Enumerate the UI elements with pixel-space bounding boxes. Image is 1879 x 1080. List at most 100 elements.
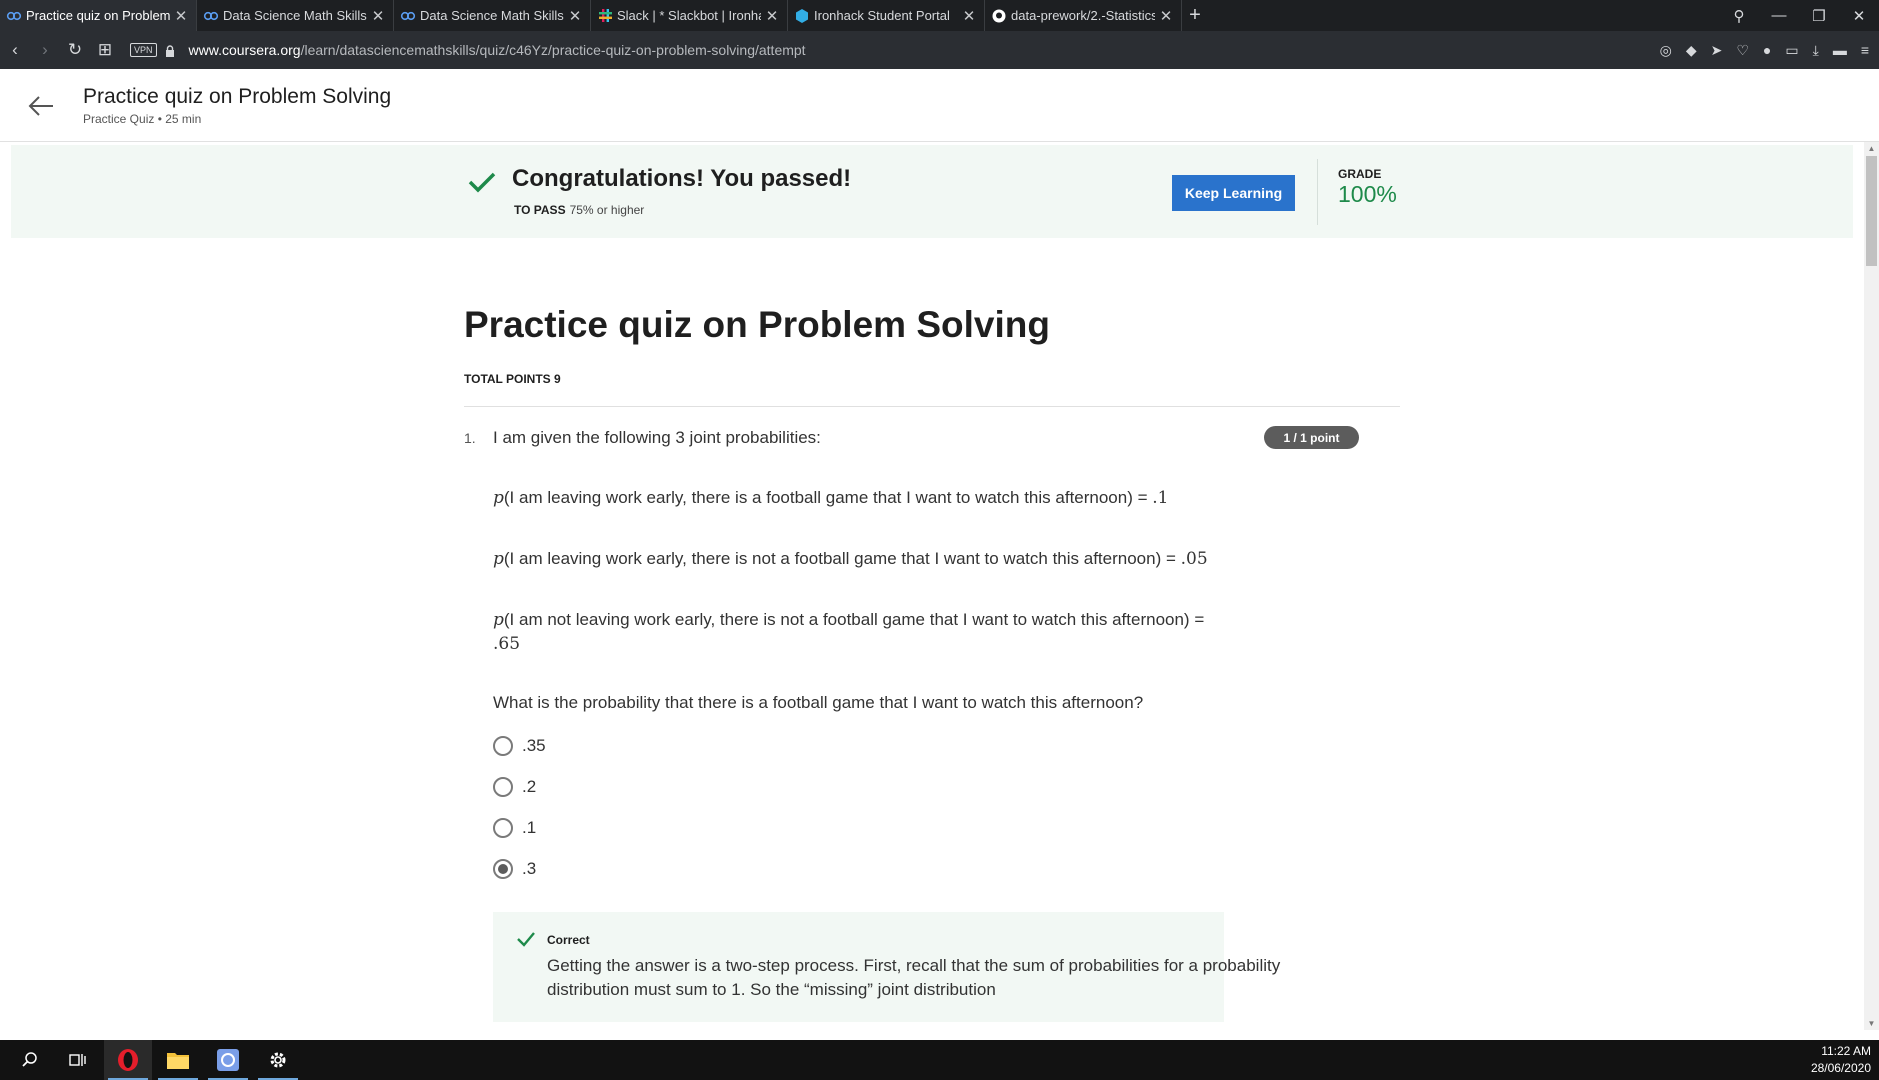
grade-label: GRADE: [1338, 167, 1382, 181]
tab-title: Slack | * Slackbot | Ironhack: [617, 8, 761, 23]
back-icon[interactable]: ‹: [0, 40, 30, 60]
joint-probability: p(I am leaving work early, there is a fo…: [493, 486, 1213, 510]
close-tab-icon[interactable]: ✕: [174, 7, 188, 25]
answer-option[interactable]: .2: [493, 777, 536, 797]
vertical-scrollbar[interactable]: ▲ ▼: [1864, 142, 1879, 1030]
scroll-up-icon[interactable]: ▲: [1864, 144, 1879, 153]
browser-tab[interactable]: Ironhack Student Portal ✕: [788, 0, 985, 31]
system-clock[interactable]: 11:22 AM 28/06/2020: [1811, 1043, 1871, 1077]
close-tab-icon[interactable]: ✕: [1159, 7, 1173, 25]
download-icon[interactable]: ⤓: [1813, 42, 1819, 59]
coursera-icon: [400, 9, 416, 23]
prob-value: .05: [1180, 549, 1208, 569]
prob-symbol: p: [493, 610, 504, 630]
keep-learning-button[interactable]: Keep Learning: [1172, 175, 1295, 211]
minimize-icon[interactable]: —: [1759, 7, 1799, 24]
total-points: TOTAL POINTS 9: [464, 372, 561, 386]
tab-title: Data Science Math Skills - |: [420, 8, 564, 23]
pass-message: Congratulations! You passed!: [512, 165, 852, 192]
divider: [1317, 159, 1318, 225]
prob-value: .65: [493, 634, 521, 654]
radio-button[interactable]: [493, 818, 513, 838]
lock-icon: [165, 44, 175, 57]
answer-option[interactable]: .3: [493, 859, 536, 879]
answer-option[interactable]: .1: [493, 818, 536, 838]
question-text: I am given the following 3 joint probabi…: [493, 428, 821, 447]
answer-option[interactable]: .35: [493, 736, 546, 756]
points-badge: 1 / 1 point: [1264, 426, 1359, 449]
check-icon: [468, 172, 496, 193]
url-path: /learn/datasciencemathskills/quiz/c46Yz/…: [300, 42, 806, 58]
app-icon[interactable]: [204, 1040, 252, 1080]
restore-icon[interactable]: ❐: [1799, 7, 1839, 25]
url-field[interactable]: www.coursera.org/learn/datasciencemathsk…: [189, 42, 806, 58]
option-label: .3: [522, 859, 537, 878]
divider: [464, 406, 1400, 407]
result-banner: Congratulations! You passed! TO PASS 75% …: [11, 145, 1853, 238]
search-icon[interactable]: ⚲: [1719, 7, 1759, 25]
url-domain: www.coursera.org: [188, 42, 301, 58]
prob-symbol: p: [493, 488, 504, 508]
close-tab-icon[interactable]: ✕: [962, 7, 976, 25]
radio-button-selected[interactable]: [493, 859, 513, 879]
prob-symbol: p: [493, 549, 504, 569]
option-label: .2: [522, 777, 537, 796]
feedback-label: Correct: [547, 933, 590, 947]
new-tab-button[interactable]: +: [1182, 0, 1208, 31]
scrollbar-thumb[interactable]: [1866, 156, 1877, 266]
coursera-icon: [203, 9, 219, 23]
prob-event: (I am not leaving work early, there is n…: [503, 610, 1205, 629]
opera-browser-icon[interactable]: [104, 1040, 152, 1080]
address-bar-tools: ◎ ◆ ➤ ♡ ● ▭ ⤓ ▬ ≡: [1660, 31, 1869, 69]
clock-time: 11:22 AM: [1821, 1044, 1871, 1058]
browser-tab[interactable]: Data Science Math Skills - | ✕: [394, 0, 591, 31]
tab-title: data-prework/2.-Statistics a: [1011, 8, 1155, 23]
browser-tab[interactable]: Slack | * Slackbot | Ironhack ✕: [591, 0, 788, 31]
forward-icon[interactable]: ›: [30, 40, 60, 60]
heart-icon[interactable]: ♡: [1736, 42, 1749, 59]
ironhack-icon: [794, 8, 810, 23]
prob-event: (I am leaving work early, there is not a…: [503, 549, 1181, 568]
question-prompt: What is the probability that there is a …: [493, 693, 1144, 712]
menu-icon[interactable]: ≡: [1861, 42, 1869, 58]
camera-icon[interactable]: ◎: [1660, 42, 1672, 59]
close-tab-icon[interactable]: ✕: [568, 7, 582, 25]
to-pass-value: 75% or higher: [569, 203, 645, 217]
radio-button[interactable]: [493, 736, 513, 756]
question-number: 1.: [464, 430, 476, 446]
search-icon[interactable]: [6, 1040, 54, 1080]
browser-tab[interactable]: data-prework/2.-Statistics a ✕: [985, 0, 1182, 31]
tab-title: Data Science Math Skills - |: [223, 8, 367, 23]
address-bar: ‹ › ↻ ⊞ VPN www.coursera.org/learn/datas…: [0, 31, 1879, 69]
back-arrow-icon[interactable]: [26, 91, 56, 121]
shield-icon[interactable]: ◆: [1686, 42, 1697, 59]
prob-event: (I am leaving work early, there is a foo…: [503, 488, 1153, 507]
quiz-header: Practice quiz on Problem Solving Practic…: [0, 69, 1879, 142]
joint-probability: p(I am leaving work early, there is not …: [493, 547, 1213, 571]
send-icon[interactable]: ➤: [1711, 42, 1723, 59]
wallet-icon[interactable]: ▭: [1785, 42, 1798, 59]
answer-feedback: Correct Getting the answer is a two-step…: [493, 912, 1280, 1024]
radio-button[interactable]: [493, 777, 513, 797]
browser-tab[interactable]: Data Science Math Skills - | ✕: [197, 0, 394, 31]
grid-icon[interactable]: ⊞: [90, 40, 120, 60]
scroll-down-icon[interactable]: ▼: [1864, 1019, 1879, 1028]
extension-icon[interactable]: ●: [1763, 42, 1771, 58]
grade-value: 100%: [1338, 181, 1397, 207]
browser-tab[interactable]: Practice quiz on Problem S ✕: [0, 0, 197, 31]
close-tab-icon[interactable]: ✕: [765, 7, 779, 25]
close-window-icon[interactable]: ✕: [1839, 7, 1879, 25]
file-explorer-icon[interactable]: [154, 1040, 202, 1080]
battery-icon[interactable]: ▬: [1833, 42, 1847, 58]
task-view-icon[interactable]: [54, 1040, 102, 1080]
clock-date: 28/06/2020: [1810, 1061, 1871, 1075]
reload-icon[interactable]: ↻: [60, 40, 90, 60]
header-subtitle: Practice Quiz • 25 min: [83, 112, 202, 126]
browser-tab-strip: Practice quiz on Problem S ✕ Data Scienc…: [0, 0, 1879, 31]
vpn-badge[interactable]: VPN: [130, 43, 157, 57]
settings-gear-icon[interactable]: [254, 1040, 302, 1080]
horizontal-scrollbar[interactable]: [0, 1022, 1864, 1031]
feedback-text: Getting the answer is a two-step process…: [547, 956, 1281, 999]
close-tab-icon[interactable]: ✕: [371, 7, 385, 25]
check-icon: [517, 932, 535, 947]
